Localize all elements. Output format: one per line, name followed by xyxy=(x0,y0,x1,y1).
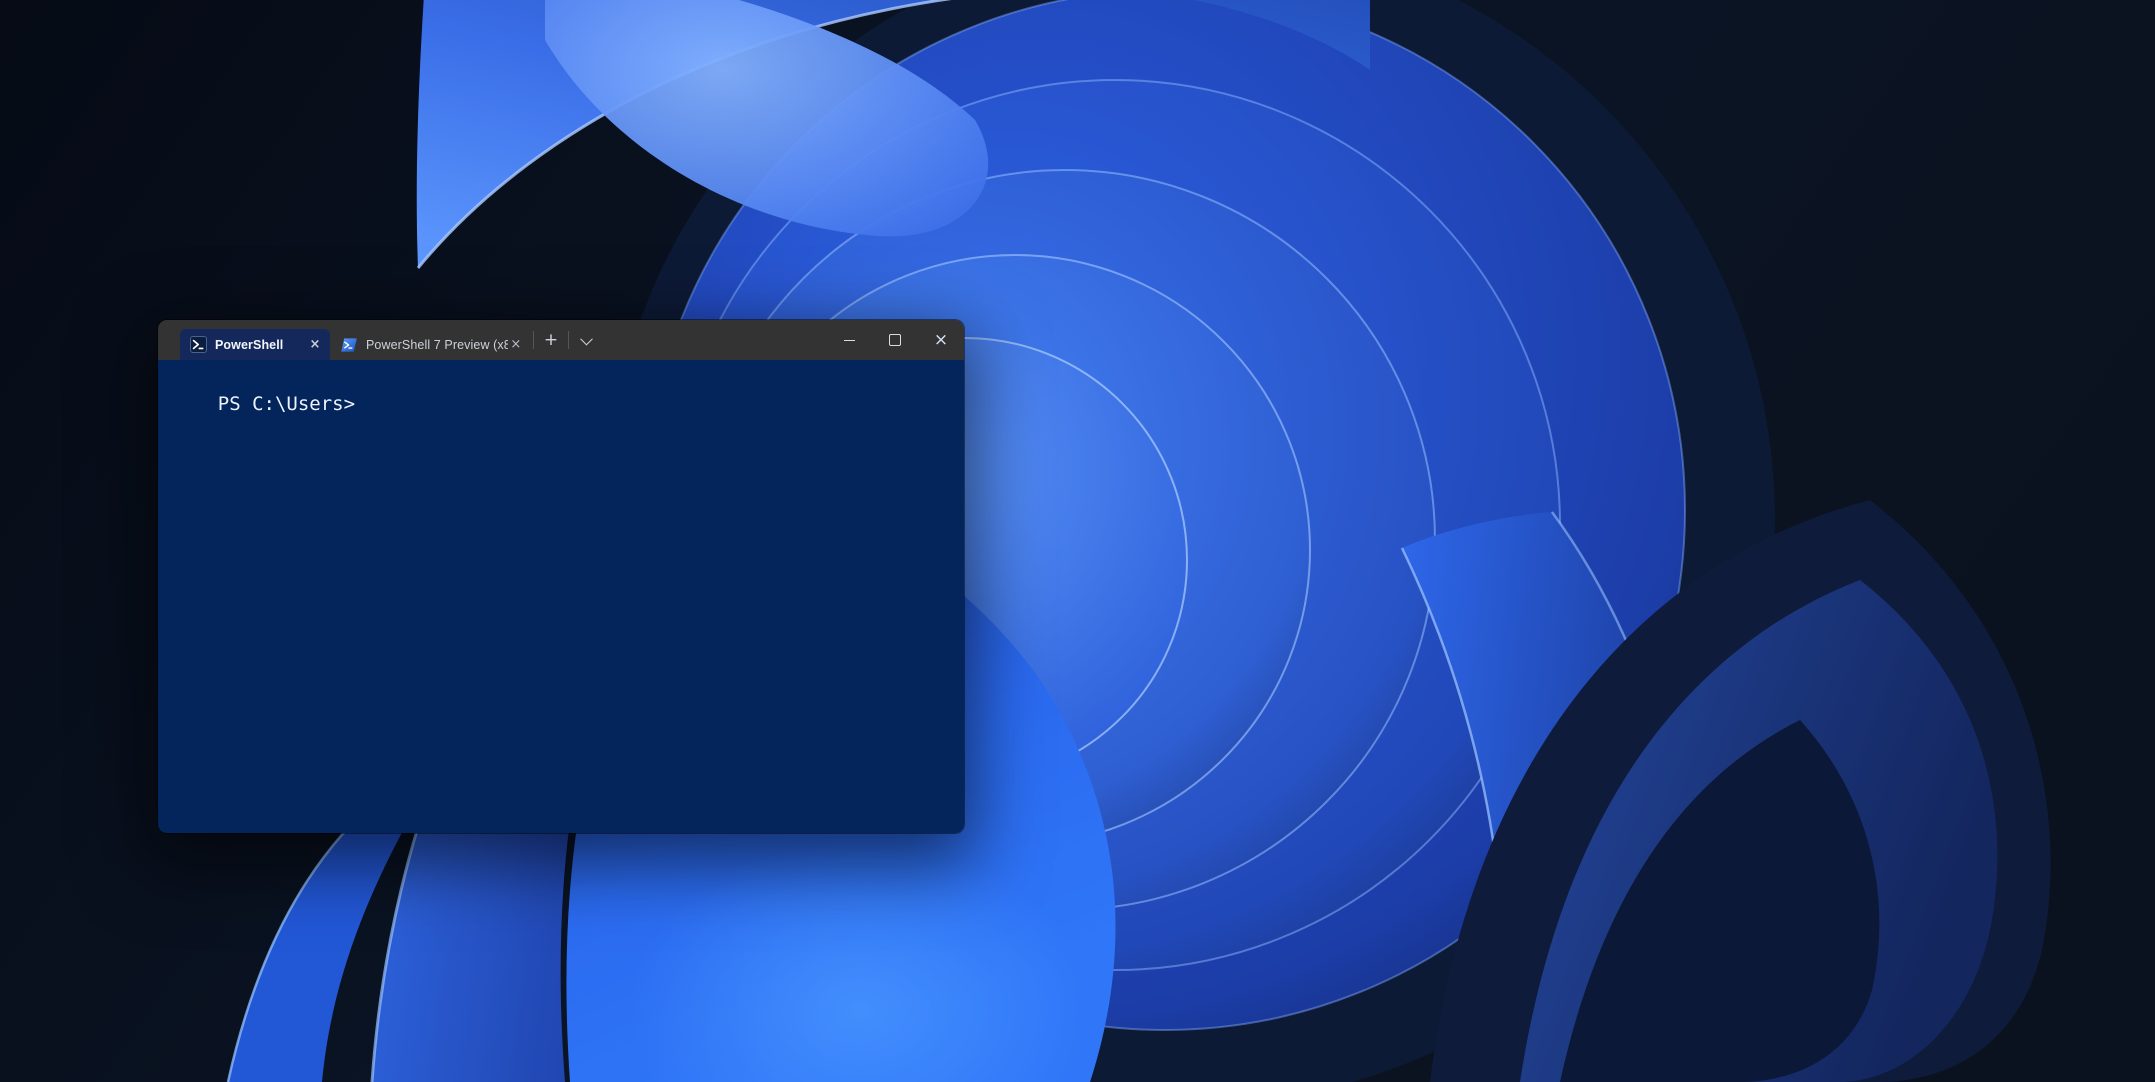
powershell-windows-icon xyxy=(190,336,207,353)
terminal-output[interactable]: PS C:\Users> xyxy=(158,360,964,833)
tab-label: PowerShell 7 Preview (x86) xyxy=(366,338,508,352)
close-icon: × xyxy=(934,332,948,349)
tab-close-icon[interactable]: × xyxy=(508,336,524,354)
window-controls: × xyxy=(826,320,964,360)
terminal-window[interactable]: PowerShell × PowerShell 7 Preview (x86) xyxy=(158,320,964,833)
tab-label: PowerShell xyxy=(215,338,283,352)
maximize-button[interactable] xyxy=(872,320,918,360)
close-button[interactable]: × xyxy=(918,320,964,360)
title-bar[interactable]: PowerShell × PowerShell 7 Preview (x86) xyxy=(158,320,964,360)
tab-dropdown-button[interactable] xyxy=(572,327,600,353)
minimize-icon xyxy=(844,340,855,341)
powershell-7-icon xyxy=(340,337,358,353)
maximize-icon xyxy=(889,334,901,346)
minimize-button[interactable] xyxy=(826,320,872,360)
tabbar-divider xyxy=(533,331,534,349)
tab-powershell-7-preview[interactable]: PowerShell 7 Preview (x86) × xyxy=(330,329,530,360)
tabbar-divider xyxy=(568,331,569,349)
plus-icon: + xyxy=(544,332,558,349)
prompt-line: PS C:\Users> xyxy=(218,393,355,415)
tab-powershell[interactable]: PowerShell × xyxy=(180,329,330,360)
chevron-down-icon xyxy=(580,332,593,345)
new-tab-button[interactable]: + xyxy=(537,327,565,353)
tab-close-icon[interactable]: × xyxy=(306,336,324,354)
